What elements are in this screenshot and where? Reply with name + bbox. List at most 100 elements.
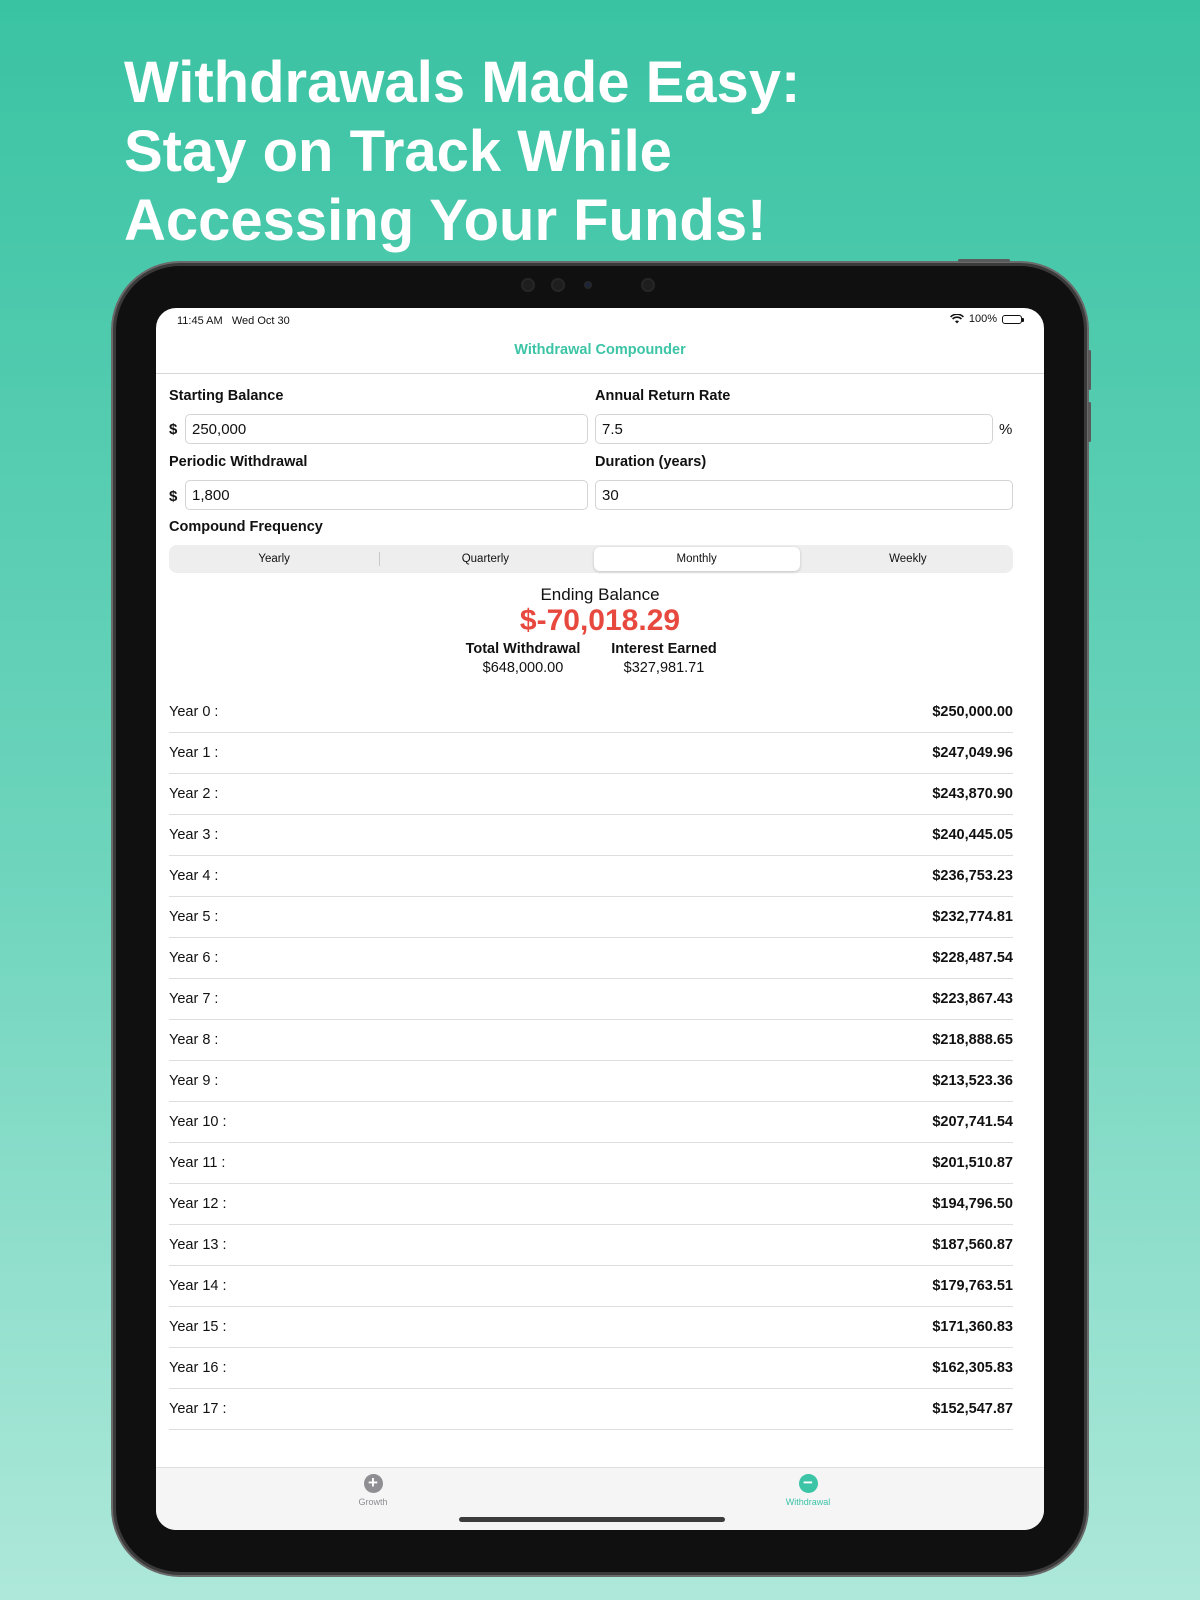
list-item: Year 3 : $240,445.05 xyxy=(169,815,1013,856)
tab-growth[interactable]: + Growth xyxy=(313,1474,433,1508)
year-amount: $228,487.54 xyxy=(932,950,1013,966)
year-amount: $218,888.65 xyxy=(932,1032,1013,1048)
year-amount: $243,870.90 xyxy=(932,786,1013,802)
year-amount: $207,741.54 xyxy=(932,1114,1013,1130)
compound-frequency-label: Compound Frequency xyxy=(169,519,323,535)
year-label: Year 14 : xyxy=(169,1278,227,1294)
headline-line-3: Accessing Your Funds! xyxy=(124,188,767,253)
year-amount: $187,560.87 xyxy=(932,1237,1013,1253)
year-label: Year 4 : xyxy=(169,868,219,884)
list-item: Year 12 : $194,796.50 xyxy=(169,1184,1013,1225)
year-label: Year 1 : xyxy=(169,745,219,761)
plus-circle-icon: + xyxy=(363,1474,383,1493)
compound-frequency-segmented-control: Yearly Quarterly Monthly Weekly xyxy=(169,545,1013,573)
year-label: Year 8 : xyxy=(169,1032,219,1048)
sensor-icon xyxy=(521,278,535,292)
year-label: Year 0 : xyxy=(169,704,219,720)
annual-return-rate-suffix: % xyxy=(999,421,1013,438)
battery-icon xyxy=(1002,314,1024,324)
headline: Withdrawals Made Easy: Stay on Track Whi… xyxy=(124,48,1024,255)
year-amount: $250,000.00 xyxy=(932,704,1013,720)
year-label: Year 11 : xyxy=(169,1155,226,1171)
list-item: Year 0 : $250,000.00 xyxy=(169,692,1013,733)
list-item: Year 15 : $171,360.83 xyxy=(169,1307,1013,1348)
year-label: Year 13 : xyxy=(169,1237,227,1253)
list-item: Year 13 : $187,560.87 xyxy=(169,1225,1013,1266)
year-label: Year 2 : xyxy=(169,786,219,802)
year-label: Year 10 : xyxy=(169,1114,227,1130)
list-item: Year 16 : $162,305.83 xyxy=(169,1348,1013,1389)
starting-balance-input[interactable]: 250,000 xyxy=(185,414,588,444)
minus-circle-icon: − xyxy=(798,1474,818,1493)
tab-growth-label: Growth xyxy=(358,1497,388,1507)
list-item: Year 6 : $228,487.54 xyxy=(169,938,1013,979)
year-label: Year 5 : xyxy=(169,909,219,925)
segment-quarterly[interactable]: Quarterly xyxy=(382,547,588,571)
volume-up-button xyxy=(1088,350,1091,390)
yearly-balance-list[interactable]: Year 0 : $250,000.00 Year 1 : $247,049.96 … xyxy=(169,692,1013,1430)
periodic-withdrawal-prefix: $ xyxy=(169,488,178,505)
year-label: Year 15 : xyxy=(169,1319,227,1335)
status-bar: 11:45 AM Wed Oct 30 100% xyxy=(156,308,1044,332)
year-amount: $247,049.96 xyxy=(932,745,1013,761)
status-indicators: 100% xyxy=(949,313,1024,325)
camera-icon xyxy=(584,281,592,289)
app-screen: 11:45 AM Wed Oct 30 100% Withdrawal Comp… xyxy=(156,308,1044,1530)
starting-balance-prefix: $ xyxy=(169,421,178,438)
total-withdrawal-label: Total Withdrawal xyxy=(465,641,581,657)
year-amount: $179,763.51 xyxy=(932,1278,1013,1294)
home-indicator[interactable] xyxy=(459,1517,725,1522)
interest-earned-value: $327,981.71 xyxy=(623,660,705,676)
total-withdrawal-stat: Total Withdrawal $648,000.00 xyxy=(443,641,603,676)
year-label: Year 7 : xyxy=(169,991,219,1007)
tab-withdrawal[interactable]: − Withdrawal xyxy=(748,1474,868,1508)
tab-withdrawal-label: Withdrawal xyxy=(785,1497,831,1507)
list-item: Year 2 : $243,870.90 xyxy=(169,774,1013,815)
power-button xyxy=(958,259,1010,262)
year-amount: $201,510.87 xyxy=(932,1155,1013,1171)
list-item: Year 5 : $232,774.81 xyxy=(169,897,1013,938)
year-amount: $236,753.23 xyxy=(932,868,1013,884)
year-label: Year 12 : xyxy=(169,1196,227,1212)
sensor-icon xyxy=(641,278,655,292)
starting-balance-label: Starting Balance xyxy=(169,388,284,404)
battery-percentage: 100% xyxy=(968,313,997,325)
year-amount: $162,305.83 xyxy=(932,1360,1013,1376)
year-label: Year 17 : xyxy=(169,1401,227,1417)
segment-monthly[interactable]: Monthly xyxy=(593,547,800,571)
list-item: Year 17 : $152,547.87 xyxy=(169,1389,1013,1430)
wifi-icon xyxy=(949,314,964,324)
segment-yearly[interactable]: Yearly xyxy=(171,547,377,571)
interest-earned-stat: Interest Earned $327,981.71 xyxy=(584,641,744,676)
segment-separator xyxy=(379,552,381,566)
year-amount: $223,867.43 xyxy=(932,991,1013,1007)
list-item: Year 9 : $213,523.36 xyxy=(169,1061,1013,1102)
ending-balance-value: $-70,018.29 xyxy=(519,604,681,637)
segment-weekly[interactable]: Weekly xyxy=(805,547,1011,571)
list-item: Year 10 : $207,741.54 xyxy=(169,1102,1013,1143)
ending-balance-label: Ending Balance xyxy=(540,585,660,604)
periodic-withdrawal-label: Periodic Withdrawal xyxy=(169,454,308,470)
annual-return-rate-label: Annual Return Rate xyxy=(595,388,731,404)
annual-return-rate-input[interactable]: 7.5 xyxy=(595,414,993,444)
year-amount: $213,523.36 xyxy=(932,1073,1013,1089)
duration-input[interactable]: 30 xyxy=(595,480,1013,510)
sensor-icon xyxy=(551,278,565,292)
year-amount: $152,547.87 xyxy=(932,1401,1013,1417)
periodic-withdrawal-input[interactable]: 1,800 xyxy=(185,480,588,510)
year-label: Year 16 : xyxy=(169,1360,227,1376)
ipad-frame: 11:45 AM Wed Oct 30 100% Withdrawal Comp… xyxy=(116,259,1091,1572)
list-item: Year 14 : $179,763.51 xyxy=(169,1266,1013,1307)
headline-line-1: Withdrawals Made Easy: xyxy=(124,50,801,115)
status-time: 11:45 AM Wed Oct 30 xyxy=(177,315,290,327)
tab-bar: + Growth − Withdrawal xyxy=(156,1467,1044,1530)
year-label: Year 9 : xyxy=(169,1073,219,1089)
interest-earned-label: Interest Earned xyxy=(611,641,717,657)
year-label: Year 3 : xyxy=(169,827,219,843)
list-item: Year 1 : $247,049.96 xyxy=(169,733,1013,774)
nav-title: Withdrawal Compounder xyxy=(514,342,686,358)
volume-down-button xyxy=(1088,402,1091,442)
year-amount: $232,774.81 xyxy=(932,909,1013,925)
year-amount: $171,360.83 xyxy=(932,1319,1013,1335)
list-item: Year 11 : $201,510.87 xyxy=(169,1143,1013,1184)
